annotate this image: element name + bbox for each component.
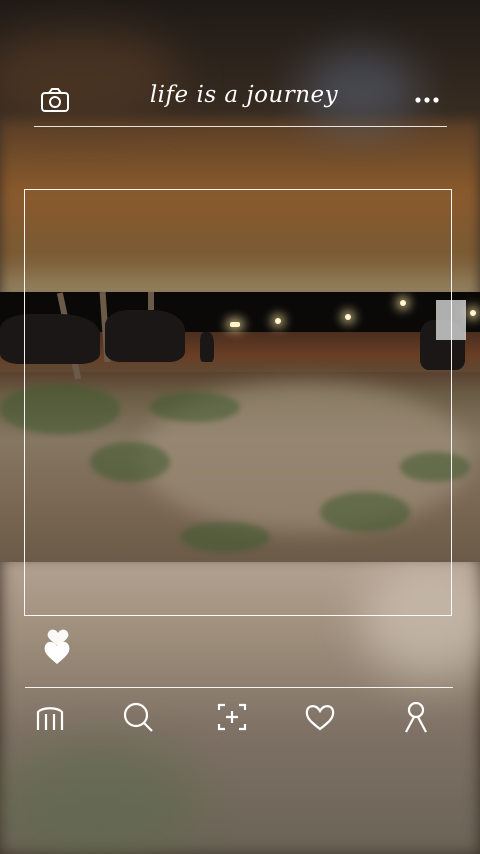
heart-icon [305,705,335,731]
more-dots-icon [415,97,439,103]
camera-button[interactable] [40,86,70,114]
more-options-button[interactable] [412,92,444,108]
like-button[interactable] [40,624,76,666]
profile-icon [405,701,427,733]
search-icon [123,702,153,732]
nav-profile-button[interactable] [399,700,433,734]
add-post-icon [217,703,247,731]
photo-frame [24,189,452,616]
nav-search-button[interactable] [121,700,155,734]
header-bar: life is a journey [34,78,447,127]
home-icon [36,707,64,730]
nav-add-post-button[interactable] [215,700,249,734]
nav-home-button[interactable] [33,700,67,734]
hearts-icon [44,629,70,664]
app-title: life is a journey [149,82,339,108]
camera-icon [41,88,69,112]
bottom-navigation [25,687,453,738]
nav-activity-button[interactable] [303,700,337,734]
